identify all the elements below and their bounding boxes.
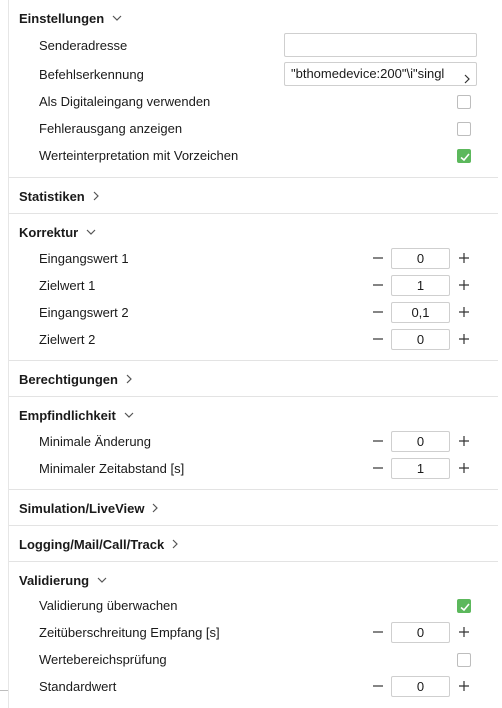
section-title: Statistiken [19,188,85,204]
checkmark-icon [460,603,470,612]
target-value-2-field[interactable]: 0 [391,329,450,350]
divider [9,561,498,562]
validation-row-timeout: Zeitüberschreitung Empfang [s] 0 [9,619,498,646]
input-value-1-label: Eingangswert 1 [39,251,129,266]
validation-row-range: Wertebereichsprüfung [9,646,498,673]
validation-row-default: Standardwert 0 [9,673,498,700]
section-title: Berechtigungen [19,371,118,387]
section-header-validierung[interactable]: Validierung [9,568,107,592]
outer-divider [0,690,8,691]
correction-row: Eingangswert 1 0 [9,245,498,272]
section-title: Korrektur [19,224,79,240]
settings-row-digital: Als Digitaleingang verwenden [9,88,498,115]
min-change-label: Minimale Änderung [39,434,152,449]
properties-panel: Einstellungen Senderadresse Befehlserken… [8,0,498,708]
digital-label: Als Digitaleingang verwenden [39,94,211,109]
target-value-1-field[interactable]: 1 [391,275,450,296]
section-title: Logging/Mail/Call/Track [19,536,165,552]
plus-icon[interactable] [457,305,471,319]
chevron-right-icon [126,374,132,384]
settings-row-error: Fehlerausgang anzeigen [9,115,498,142]
plus-icon[interactable] [457,679,471,693]
chevron-right-icon [172,539,179,549]
section-header-einstellungen[interactable]: Einstellungen [9,6,122,30]
minus-icon[interactable] [371,625,385,639]
divider [9,177,498,178]
chevron-down-icon [97,577,107,583]
divider [9,360,498,361]
plus-icon[interactable] [457,332,471,346]
plus-icon[interactable] [457,434,471,448]
section-title: Einstellungen [19,10,105,26]
command-value: "bthomedevice:200"\i"singl [291,66,445,81]
chevron-down-icon [124,412,134,418]
section-title: Empfindlichkeit [19,407,116,423]
command-label: Befehlserkennung [39,67,144,82]
chevron-right-icon [152,503,159,513]
minus-icon[interactable] [371,251,385,265]
chevron-down-icon [112,15,122,21]
signed-value-checkbox[interactable] [457,149,471,163]
error-output-checkbox[interactable] [457,122,471,136]
error-label: Fehlerausgang anzeigen [39,121,183,136]
checkmark-icon [460,153,470,162]
monitor-validation-checkbox[interactable] [457,599,471,613]
divider [9,525,498,526]
validation-row-monitor: Validierung überwachen [9,592,498,619]
min-interval-field[interactable]: 1 [391,458,450,479]
section-title: Validierung [19,572,90,588]
timeout-label: Zeitüberschreitung Empfang [s] [39,625,220,640]
chevron-right-icon[interactable] [464,69,470,85]
section-header-logging[interactable]: Logging/Mail/Call/Track [9,532,179,556]
input-value-1-field[interactable]: 0 [391,248,450,269]
minus-icon[interactable] [371,679,385,693]
digital-input-checkbox[interactable] [457,95,471,109]
plus-icon[interactable] [457,461,471,475]
range-check-checkbox[interactable] [457,653,471,667]
plus-icon[interactable] [457,278,471,292]
section-header-korrektur[interactable]: Korrektur [9,220,96,244]
sensitivity-row: Minimaler Zeitabstand [s] 1 [9,455,498,482]
plus-icon[interactable] [457,251,471,265]
correction-row: Zielwert 1 1 [9,272,498,299]
settings-row-command: Befehlserkennung "bthomedevice:200"\i"si… [9,61,498,88]
command-recognition-field[interactable]: "bthomedevice:200"\i"singl [284,62,477,86]
section-header-berechtigungen[interactable]: Berechtigungen [9,367,132,391]
default-value-label: Standardwert [39,679,117,694]
sender-label: Senderadresse [39,38,128,53]
divider [9,489,498,490]
default-value-field[interactable]: 0 [391,676,450,697]
range-check-label: Wertebereichsprüfung [39,652,167,667]
chevron-right-icon [93,191,99,201]
chevron-down-icon [86,229,96,235]
section-header-empfindlichkeit[interactable]: Empfindlichkeit [9,403,134,427]
divider [9,213,498,214]
input-value-2-field[interactable]: 0,1 [391,302,450,323]
section-title: Simulation/LiveView [19,500,145,516]
signed-label: Werteinterpretation mit Vorzeichen [39,148,239,163]
section-header-simulation[interactable]: Simulation/LiveView [9,496,159,520]
target-value-2-label: Zielwert 2 [39,332,96,347]
correction-row: Eingangswert 2 0,1 [9,299,498,326]
sender-address-input[interactable] [284,33,477,57]
timeout-field[interactable]: 0 [391,622,450,643]
input-value-2-label: Eingangswert 2 [39,305,129,320]
monitor-label: Validierung überwachen [39,598,178,613]
min-change-field[interactable]: 0 [391,431,450,452]
sensitivity-row: Minimale Änderung 0 [9,428,498,455]
settings-row-signed: Werteinterpretation mit Vorzeichen [9,142,498,169]
minus-icon[interactable] [371,434,385,448]
minus-icon[interactable] [371,278,385,292]
minus-icon[interactable] [371,305,385,319]
plus-icon[interactable] [457,625,471,639]
minus-icon[interactable] [371,461,385,475]
section-header-statistiken[interactable]: Statistiken [9,184,99,208]
min-interval-label: Minimaler Zeitabstand [s] [39,461,185,476]
settings-row-sender: Senderadresse [9,32,498,59]
divider [9,396,498,397]
minus-icon[interactable] [371,332,385,346]
target-value-1-label: Zielwert 1 [39,278,96,293]
correction-row: Zielwert 2 0 [9,326,498,353]
